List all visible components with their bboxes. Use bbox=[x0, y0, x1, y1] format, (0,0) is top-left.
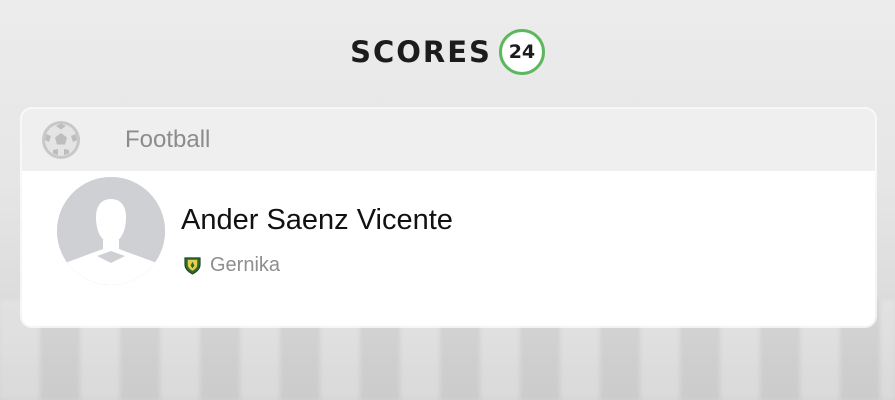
player-card: Football Ander Saenz Vicente Gernika bbox=[22, 109, 875, 326]
avatar-silhouette-icon bbox=[57, 177, 165, 285]
logo-wordmark: SCORES bbox=[350, 35, 492, 69]
player-avatar[interactable] bbox=[57, 177, 165, 285]
football-icon bbox=[42, 121, 80, 159]
sport-label: Football bbox=[125, 126, 211, 153]
team-name: Gernika bbox=[210, 254, 281, 276]
sport-header: Football bbox=[22, 109, 875, 171]
player-name[interactable]: Ander Saenz Vicente bbox=[181, 204, 453, 237]
scores24-logo[interactable]: SCORES 24 bbox=[0, 29, 895, 75]
team-link[interactable]: Gernika bbox=[183, 254, 280, 277]
gernika-club-badge-icon bbox=[184, 257, 201, 275]
logo-badge: 24 bbox=[498, 29, 545, 75]
player-row[interactable]: Ander Saenz Vicente Gernika bbox=[22, 171, 875, 326]
